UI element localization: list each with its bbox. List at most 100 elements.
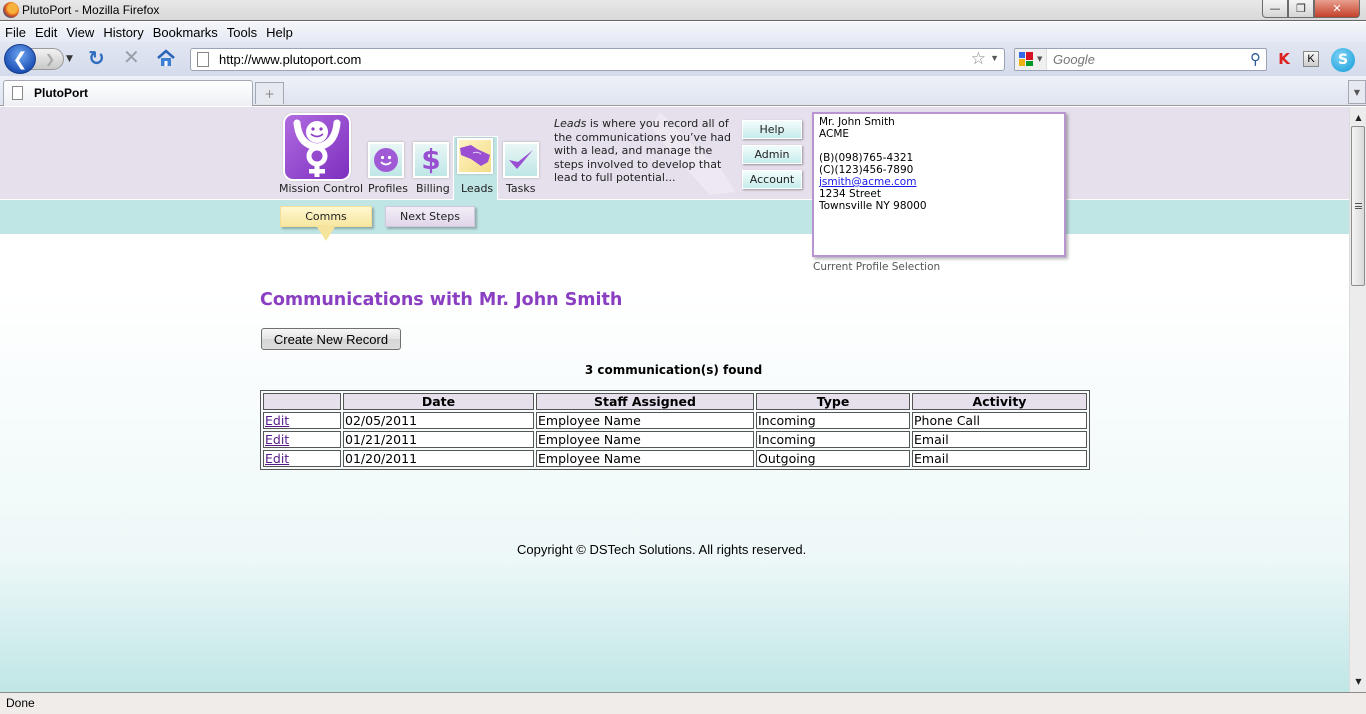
edit-link[interactable]: Edit [265,413,289,428]
tab-plutoport[interactable]: PlutoPort [3,80,253,106]
reload-icon[interactable]: ↻ [88,48,105,68]
search-bar[interactable]: ▼ Google ⚲ [1014,48,1267,71]
keyboard-icon[interactable]: K [1303,51,1319,67]
cell-staff: Employee Name [536,412,754,429]
cell-staff: Employee Name [536,431,754,448]
navigation-toolbar: ❯ ❮ ▼ ↻ ✕ http://www.plutoport.com ☆ ▼ ▼… [0,42,1366,76]
search-icon[interactable]: ⚲ [1250,50,1261,68]
column-header-activity[interactable]: Activity [912,393,1087,410]
profile-email-link[interactable]: jsmith@acme.com [819,176,916,188]
pluto-logo-icon [293,119,341,177]
forward-icon: ❯ [44,52,55,66]
engine-dropdown-icon: ▼ [1037,55,1043,63]
dollar-icon: $ [421,143,441,176]
admin-button[interactable]: Admin [742,145,802,164]
scroll-down-arrow-icon[interactable]: ▼ [1350,673,1366,690]
window-titlebar: PlutoPort - Mozilla Firefox — ❐ ✕ [0,0,1366,21]
status-bar: Done [0,692,1366,714]
cell-activity: Phone Call [912,412,1087,429]
page-title: Communications with Mr. John Smith [260,290,623,310]
subtab-next-steps[interactable]: Next Steps [385,206,475,227]
vertical-scrollbar[interactable]: ▲ ▼ [1349,107,1366,692]
window-controls: — ❐ ✕ [1262,0,1360,18]
subtab-comms[interactable]: Comms [280,206,372,227]
menu-bookmarks[interactable]: Bookmarks [153,25,218,40]
nav-tasks-label[interactable]: Tasks [506,182,535,195]
grip-icon [1355,203,1362,209]
edit-link[interactable]: Edit [265,451,289,466]
cell-activity: Email [912,431,1087,448]
profile-company: ACME [819,128,850,140]
cell-action: Edit [263,450,341,467]
url-text[interactable]: http://www.plutoport.com [219,52,361,67]
tab-list-dropdown-icon[interactable]: ▼ [1348,80,1366,104]
menu-file[interactable]: File [5,25,26,40]
communications-table: Date Staff Assigned Type Activity Edit 0… [260,390,1090,470]
back-button[interactable]: ❮ [4,44,36,74]
menu-bar: File Edit View History Bookmarks Tools H… [0,22,1366,42]
firefox-logo-icon [3,2,19,18]
table-row: Edit 01/21/2011 Employee Name Incoming E… [263,431,1087,448]
table-row: Edit 01/20/2011 Employee Name Outgoing E… [263,450,1087,467]
active-subtab-pointer [317,227,335,241]
create-new-record-button[interactable]: Create New Record [261,328,401,350]
description-lead-word: Leads [554,117,587,130]
nav-leads-label[interactable]: Leads [461,182,493,195]
column-header-staff[interactable]: Staff Assigned [536,393,754,410]
back-icon: ❮ [12,48,28,70]
column-header-action [263,393,341,410]
column-header-type[interactable]: Type [756,393,910,410]
checkmark-icon [509,150,533,169]
menu-history[interactable]: History [103,25,143,40]
edit-link[interactable]: Edit [265,432,289,447]
search-engine-button[interactable]: ▼ [1015,49,1047,70]
skype-icon[interactable]: S [1331,48,1355,72]
nav-profiles-label[interactable]: Profiles [368,182,408,195]
help-button[interactable]: Help [742,120,802,139]
cell-date: 01/21/2011 [343,431,534,448]
home-icon[interactable] [156,48,176,68]
restore-button[interactable]: ❐ [1288,0,1314,18]
bookmark-star-icon[interactable]: ☆ [971,49,986,69]
scrollbar-thumb[interactable] [1351,126,1365,286]
nav-billing-label[interactable]: Billing [416,182,450,195]
url-dropdown-icon[interactable]: ▼ [990,53,999,63]
google-icon [1019,52,1033,66]
copyright-footer: Copyright © DSTech Solutions. All rights… [517,542,807,557]
tab-label: PlutoPort [34,86,88,100]
account-button[interactable]: Account [742,170,802,189]
handshake-icon [460,145,490,166]
profile-city-line: Townsville NY 98000 [819,200,927,212]
cell-action: Edit [263,431,341,448]
menu-view[interactable]: View [66,25,94,40]
status-text: Done [6,696,35,710]
menu-edit[interactable]: Edit [35,25,57,40]
cell-date: 01/20/2011 [343,450,534,467]
close-button[interactable]: ✕ [1314,0,1360,18]
history-dropdown-icon[interactable]: ▼ [66,54,73,64]
nav-tasks[interactable] [503,142,539,178]
mission-control-button[interactable] [283,113,351,181]
minimize-button[interactable]: — [1262,0,1288,18]
nav-profiles[interactable] [368,142,404,178]
results-count-text: 3 communication(s) found [584,363,763,377]
nav-billing[interactable]: $ [413,142,449,178]
scroll-up-arrow-icon[interactable]: ▲ [1350,109,1366,126]
profile-cell-phone: (C)(123)456-7890 [819,164,914,176]
new-tab-button[interactable]: + [255,82,284,104]
cell-action: Edit [263,412,341,429]
page-viewport: Mission Control Profiles $ Billing Leads… [0,107,1349,692]
menu-help[interactable]: Help [266,25,293,40]
mission-control-label: Mission Control [279,182,364,195]
cell-type: Outgoing [756,450,910,467]
stop-icon[interactable]: ✕ [123,47,140,67]
page-icon [197,52,209,67]
menu-tools[interactable]: Tools [227,25,257,40]
url-bar[interactable]: http://www.plutoport.com ☆ ▼ [190,48,1005,71]
column-header-date[interactable]: Date [343,393,534,410]
nav-leads[interactable] [457,138,493,174]
profile-name: Mr. John Smith [819,116,895,128]
cell-staff: Employee Name [536,450,754,467]
search-input[interactable]: Google [1053,52,1095,67]
kaspersky-icon[interactable]: K [1276,50,1292,68]
